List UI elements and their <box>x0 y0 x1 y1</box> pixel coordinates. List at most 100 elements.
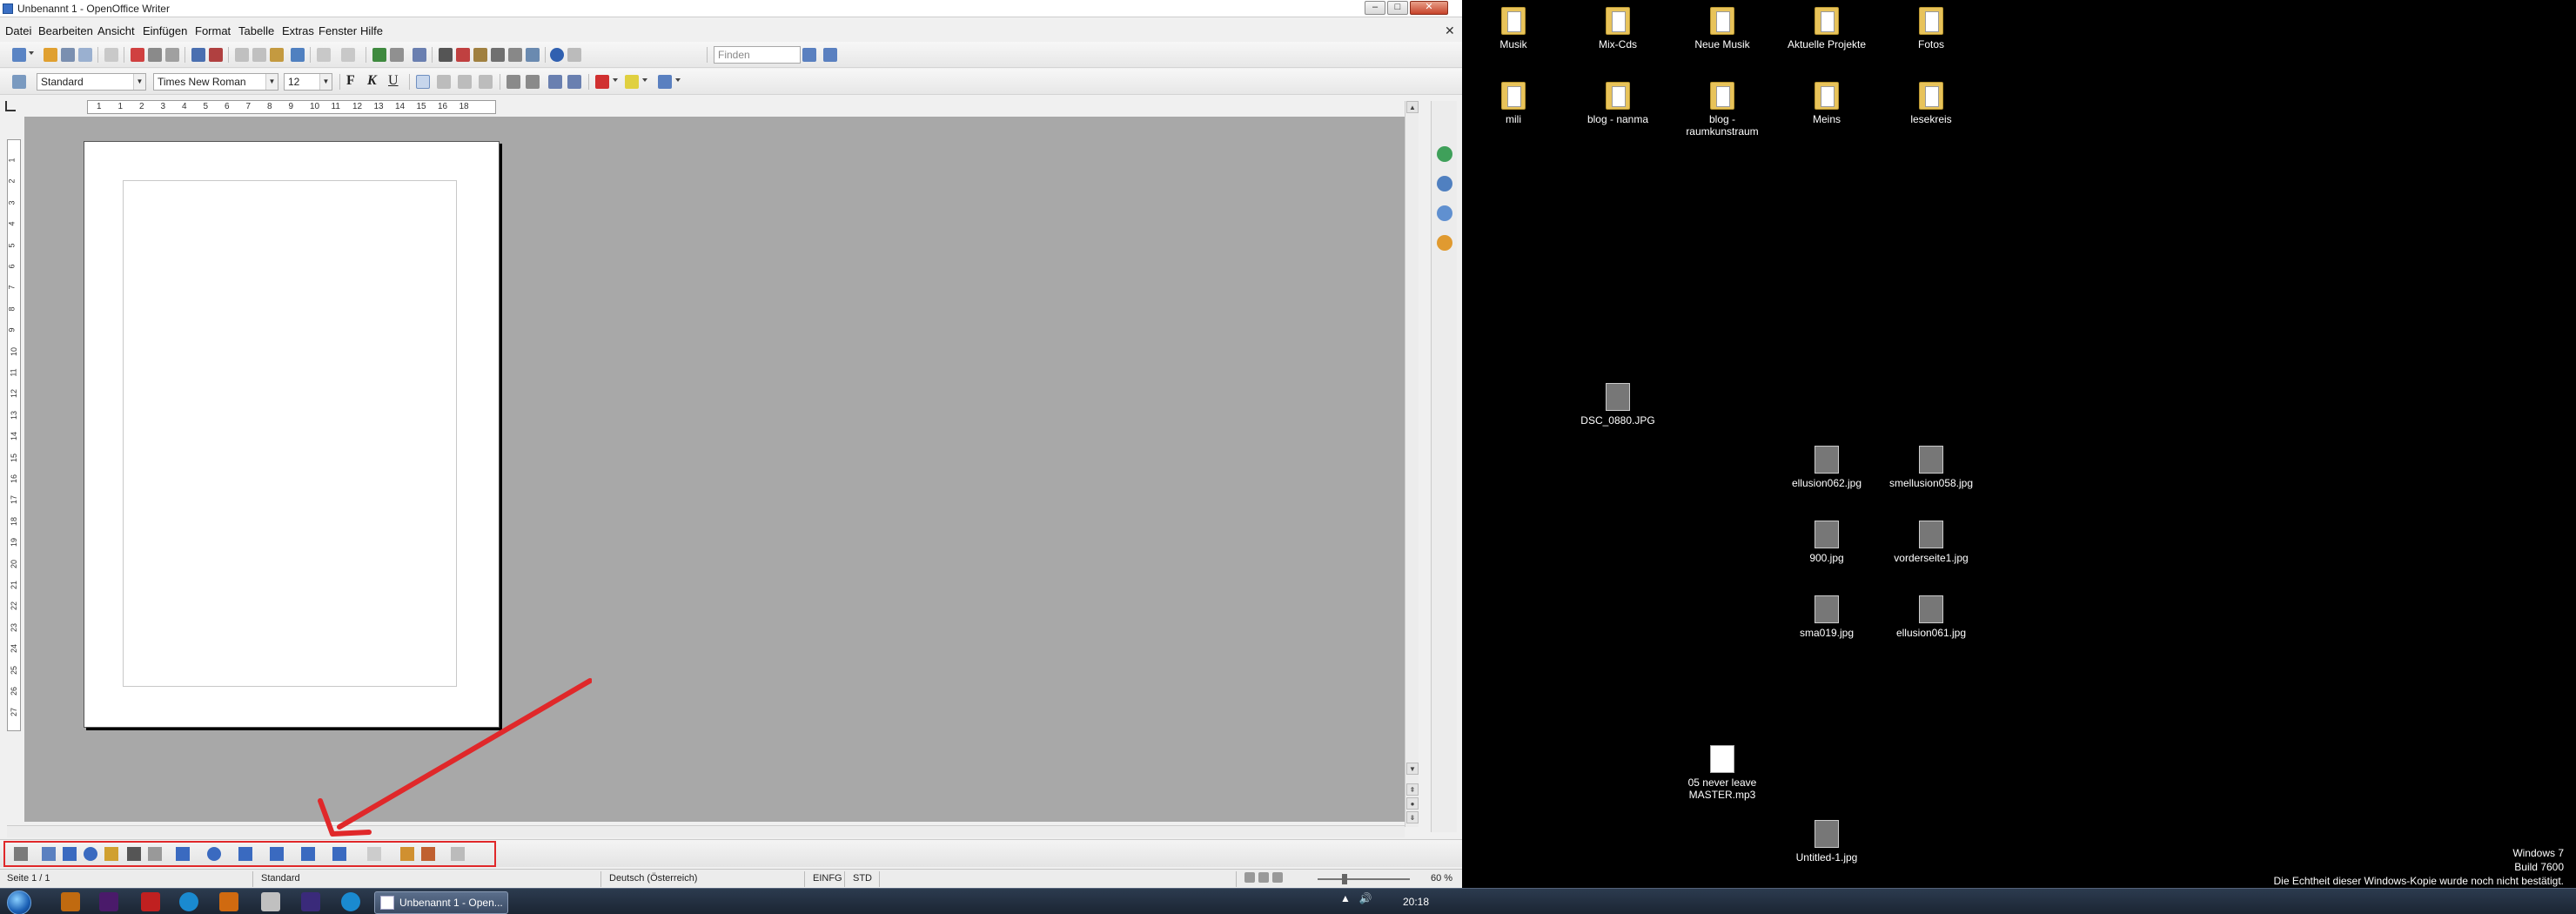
basic-shapes-icon[interactable] <box>176 847 190 861</box>
properties-icon[interactable] <box>1437 146 1452 162</box>
desktop-icon[interactable]: vorderseite1.jpg <box>1883 521 1979 564</box>
highlighting-icon[interactable] <box>625 75 639 89</box>
symbol-shapes-icon[interactable] <box>207 847 221 861</box>
select-icon[interactable] <box>14 847 28 861</box>
next-page-icon[interactable]: ⇟ <box>1406 811 1419 823</box>
insert-mode[interactable]: EINFG <box>813 873 842 884</box>
styles-icon[interactable] <box>1437 176 1452 192</box>
points-icon[interactable] <box>367 847 381 861</box>
desktop-icon[interactable]: blog - nanma <box>1570 82 1666 125</box>
menu-datei[interactable]: Datei <box>5 24 31 37</box>
align-center-icon[interactable] <box>437 75 451 89</box>
bullets-icon[interactable] <box>526 75 540 89</box>
adobe-illustrator-icon[interactable] <box>61 892 80 911</box>
find-input[interactable]: Finden <box>714 46 801 64</box>
cut-icon[interactable] <box>235 48 249 62</box>
nonprinting-characters-icon[interactable] <box>508 48 522 62</box>
export-pdf-icon[interactable] <box>131 48 144 62</box>
print-preview-icon[interactable] <box>165 48 179 62</box>
text-boundaries[interactable] <box>123 180 457 687</box>
font-name-select[interactable]: Times New Roman ▼ <box>153 73 278 91</box>
menu-extras[interactable]: Extras <box>282 24 314 37</box>
font-size-select[interactable]: 12 ▼ <box>284 73 332 91</box>
page-number[interactable]: Seite 1 / 1 <box>7 873 50 884</box>
menu-einfuegen[interactable]: Einfügen <box>143 24 187 37</box>
autospellcheck-icon[interactable] <box>209 48 223 62</box>
italic-button[interactable]: K <box>367 73 377 89</box>
adobe-after-effects-icon[interactable] <box>301 892 320 911</box>
desktop-icon[interactable]: ellusion061.jpg <box>1883 595 1979 639</box>
book-view-icon[interactable] <box>1272 872 1283 883</box>
new-document-icon[interactable] <box>12 48 26 62</box>
edit-file-icon[interactable] <box>104 48 118 62</box>
navigator-icon[interactable] <box>456 48 470 62</box>
scroll-down-icon[interactable]: ▼ <box>1406 763 1419 775</box>
close-button[interactable]: ✕ <box>1410 1 1448 15</box>
ellipse-icon[interactable] <box>84 847 97 861</box>
acrobat-icon[interactable] <box>141 892 160 911</box>
menu-format[interactable]: Format <box>195 24 231 37</box>
gallery-icon[interactable] <box>473 48 487 62</box>
desktop-icon[interactable]: Meins <box>1779 82 1875 125</box>
increase-indent-icon[interactable] <box>567 75 581 89</box>
navigator-icon[interactable] <box>1437 235 1452 251</box>
vertical-ruler[interactable]: 1 2 3 4 5 6 7 8 9 10 11 12 13 14 15 16 17 18 19 20 21 22 23 24 2… <box>7 139 21 731</box>
decrease-indent-icon[interactable] <box>548 75 562 89</box>
desktop-icon[interactable]: lesekreis <box>1883 82 1979 125</box>
zoom-slider[interactable] <box>1318 878 1410 880</box>
freeform-line-icon[interactable] <box>104 847 118 861</box>
new-dropdown-icon[interactable] <box>29 51 34 55</box>
open-icon[interactable] <box>44 48 57 62</box>
table-icon[interactable] <box>390 48 404 62</box>
menu-ansicht[interactable]: Ansicht <box>97 24 135 37</box>
multi-page-view-icon[interactable] <box>1258 872 1269 883</box>
language[interactable]: Deutsch (Österreich) <box>609 873 697 884</box>
block-arrows-icon[interactable] <box>238 847 252 861</box>
desktop-icon[interactable]: sma019.jpg <box>1779 595 1875 639</box>
start-button[interactable] <box>7 890 31 914</box>
desktop-icon[interactable]: ellusion062.jpg <box>1779 446 1875 489</box>
desktop-icon[interactable]: mili <box>1466 82 1561 125</box>
chevron-down-icon[interactable] <box>613 78 618 82</box>
selection-mode[interactable]: STD <box>853 873 872 884</box>
undo-icon[interactable] <box>317 48 331 62</box>
styles-formatting-icon[interactable] <box>12 75 26 89</box>
numbering-icon[interactable] <box>506 75 520 89</box>
help-icon[interactable] <box>550 48 564 62</box>
fontwork-icon[interactable] <box>400 847 414 861</box>
previous-page-icon[interactable]: ⇞ <box>1406 783 1419 796</box>
desktop-icon[interactable]: Musik <box>1466 7 1561 50</box>
paste-icon[interactable] <box>270 48 284 62</box>
desktop-icon[interactable]: 05 never leave MASTER.mp3 <box>1674 745 1770 801</box>
adobe-premiere-icon[interactable] <box>99 892 118 911</box>
background-color-icon[interactable] <box>658 75 672 89</box>
flowcharts-icon[interactable] <box>270 847 284 861</box>
desktop-icon[interactable]: Fotos <box>1883 7 1979 50</box>
skype-icon[interactable] <box>179 892 198 911</box>
hyperlink-icon[interactable] <box>372 48 386 62</box>
from-file-icon[interactable] <box>421 847 435 861</box>
email-icon[interactable] <box>78 48 92 62</box>
desktop-icon[interactable]: Mix-Cds <box>1570 7 1666 50</box>
desktop-icon[interactable]: 900.jpg <box>1779 521 1875 564</box>
maximize-button[interactable]: □ <box>1387 1 1408 15</box>
desktop-icon[interactable]: smellusion058.jpg <box>1883 446 1979 489</box>
desktop-icon[interactable]: Neue Musik <box>1674 7 1770 50</box>
zoom-icon[interactable] <box>526 48 540 62</box>
navigation-icon[interactable]: ● <box>1406 797 1419 810</box>
rectangle-icon[interactable] <box>63 847 77 861</box>
callout-icon[interactable] <box>148 847 162 861</box>
horizontal-ruler[interactable]: 1 1 2 3 4 5 6 7 8 9 10 11 12 13 14 15 16 18 <box>87 100 496 114</box>
minimize-button[interactable]: – <box>1365 1 1385 15</box>
clone-formatting-icon[interactable] <box>291 48 305 62</box>
find-next-icon[interactable] <box>802 48 816 62</box>
underline-button[interactable]: U <box>388 73 399 89</box>
title-bar[interactable]: Unbenannt 1 - OpenOffice Writer – □ ✕ <box>0 0 1462 17</box>
vertical-scrollbar[interactable]: ▲ ▼ ⇞ ● ⇟ <box>1405 101 1419 827</box>
clock[interactable]: 20:18 <box>1403 896 1429 908</box>
desktop-icon[interactable]: Untitled-1.jpg <box>1779 820 1875 864</box>
menu-tabelle[interactable]: Tabelle <box>238 24 274 37</box>
menu-hilfe[interactable]: Hilfe <box>360 24 383 37</box>
desktop-icon[interactable]: DSC_0880.JPG <box>1570 383 1666 427</box>
zoom-slider-handle[interactable] <box>1342 874 1347 884</box>
